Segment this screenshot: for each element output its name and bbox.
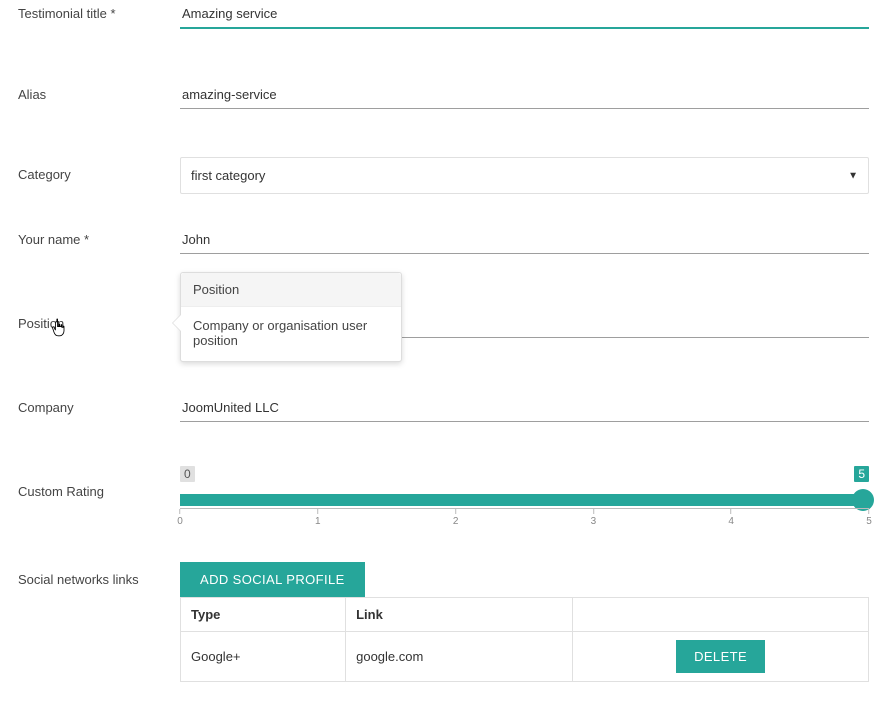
alias-input[interactable] (180, 83, 869, 109)
slider-track[interactable] (180, 494, 869, 506)
name-label: Your name * (18, 228, 180, 247)
social-table: Type Link Google+ google.com DELETE (180, 597, 869, 682)
tooltip-body: Company or organisation user position (181, 307, 401, 361)
slider-max-badge: 5 (854, 466, 869, 482)
company-label: Company (18, 396, 180, 415)
rating-slider[interactable]: 0 5 0 1 2 3 4 5 (180, 470, 869, 530)
chevron-down-icon: ▼ (848, 170, 858, 181)
tick-0: 0 (177, 509, 183, 527)
add-social-profile-button[interactable]: ADD SOCIAL PROFILE (180, 562, 365, 597)
name-input[interactable] (180, 228, 869, 254)
tick-3: 3 (591, 509, 597, 527)
category-value: first category (191, 168, 265, 183)
tick-2: 2 (453, 509, 459, 527)
cell-link: google.com (346, 632, 573, 682)
tooltip-header: Position (181, 273, 401, 307)
company-input[interactable] (180, 396, 869, 422)
tick-1: 1 (315, 509, 321, 527)
position-label: Position (18, 312, 180, 331)
social-label: Social networks links (18, 562, 180, 587)
rating-label: Custom Rating (18, 470, 180, 499)
col-link: Link (346, 598, 573, 632)
slider-min-badge: 0 (180, 466, 195, 482)
col-action (573, 598, 869, 632)
tick-4: 4 (728, 509, 734, 527)
tick-5: 5 (866, 509, 872, 527)
slider-ticks: 0 1 2 3 4 5 (180, 508, 869, 530)
category-label: Category (18, 157, 180, 182)
cell-type: Google+ (181, 632, 346, 682)
table-row: Google+ google.com DELETE (181, 632, 869, 682)
category-select[interactable]: first category ▼ (180, 157, 869, 194)
position-tooltip: Position Company or organisation user po… (180, 272, 402, 362)
table-header-row: Type Link (181, 598, 869, 632)
title-input[interactable] (180, 2, 869, 29)
title-label: Testimonial title * (18, 2, 180, 21)
delete-button[interactable]: DELETE (676, 640, 765, 673)
alias-label: Alias (18, 83, 180, 102)
col-type: Type (181, 598, 346, 632)
